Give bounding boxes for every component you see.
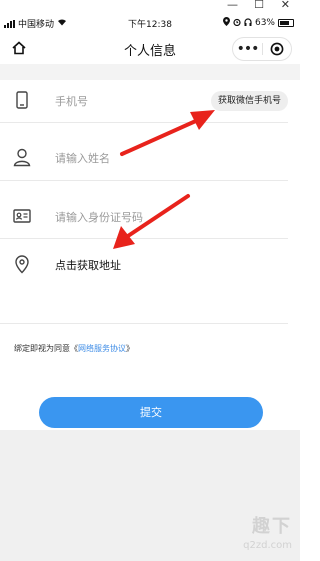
id-number-input[interactable]: 请输入身份证号码 — [55, 209, 143, 225]
minimize-button[interactable]: — — [227, 0, 238, 11]
location-icon — [222, 17, 230, 29]
user-icon — [12, 147, 32, 167]
personal-info-form: 手机号 获取微信手机号 请输入姓名 请输入身份证号码 点击获取地址 — [0, 80, 300, 430]
watermark-url: q2zd.com — [243, 540, 292, 551]
watermark-logo: 趣下 — [252, 516, 292, 537]
agreement-prefix: 绑定即视为同意《 — [14, 344, 78, 353]
phone-row: 手机号 获取微信手机号 — [0, 80, 300, 122]
name-row: 请输入姓名 — [0, 137, 300, 179]
get-wechat-phone-button[interactable]: 获取微信手机号 — [210, 91, 288, 111]
close-window-button[interactable]: ✕ — [281, 0, 290, 11]
window-controls: — ☐ ✕ — [0, 0, 300, 12]
divider — [0, 238, 288, 239]
close-miniprogram-icon[interactable] — [263, 42, 291, 56]
battery-icon — [278, 19, 294, 27]
battery-percent: 63% — [254, 18, 275, 28]
headset-icon — [244, 17, 252, 29]
site-watermark: 趣下 q2zd.com — [243, 512, 292, 551]
agreement-suffix: 》 — [126, 344, 134, 353]
navigation-bar: 个人信息 ••• — [0, 34, 300, 62]
service-agreement-link[interactable]: 网络服务协议 — [78, 344, 126, 353]
more-icon[interactable]: ••• — [233, 42, 262, 56]
name-input[interactable]: 请输入姓名 — [55, 150, 110, 166]
phone-icon — [12, 90, 32, 110]
status-bar: 中国移动 下午12:38 63% — [0, 14, 300, 32]
alarm-icon — [233, 18, 241, 29]
id-card-icon — [12, 206, 32, 226]
header-spacer — [0, 64, 300, 80]
address-row[interactable]: 点击获取地址 — [0, 244, 300, 286]
get-address-button[interactable]: 点击获取地址 — [55, 257, 121, 273]
divider — [0, 122, 288, 123]
divider — [0, 180, 288, 181]
submit-button[interactable]: 提交 — [39, 397, 263, 428]
location-pin-icon — [12, 254, 32, 274]
maximize-button[interactable]: ☐ — [254, 0, 264, 11]
divider — [0, 323, 288, 324]
phone-input[interactable]: 手机号 — [55, 93, 88, 109]
miniprogram-capsule: ••• — [232, 37, 292, 61]
id-row: 请输入身份证号码 — [0, 196, 300, 238]
agreement-text: 绑定即视为同意《网络服务协议》 — [14, 343, 134, 354]
